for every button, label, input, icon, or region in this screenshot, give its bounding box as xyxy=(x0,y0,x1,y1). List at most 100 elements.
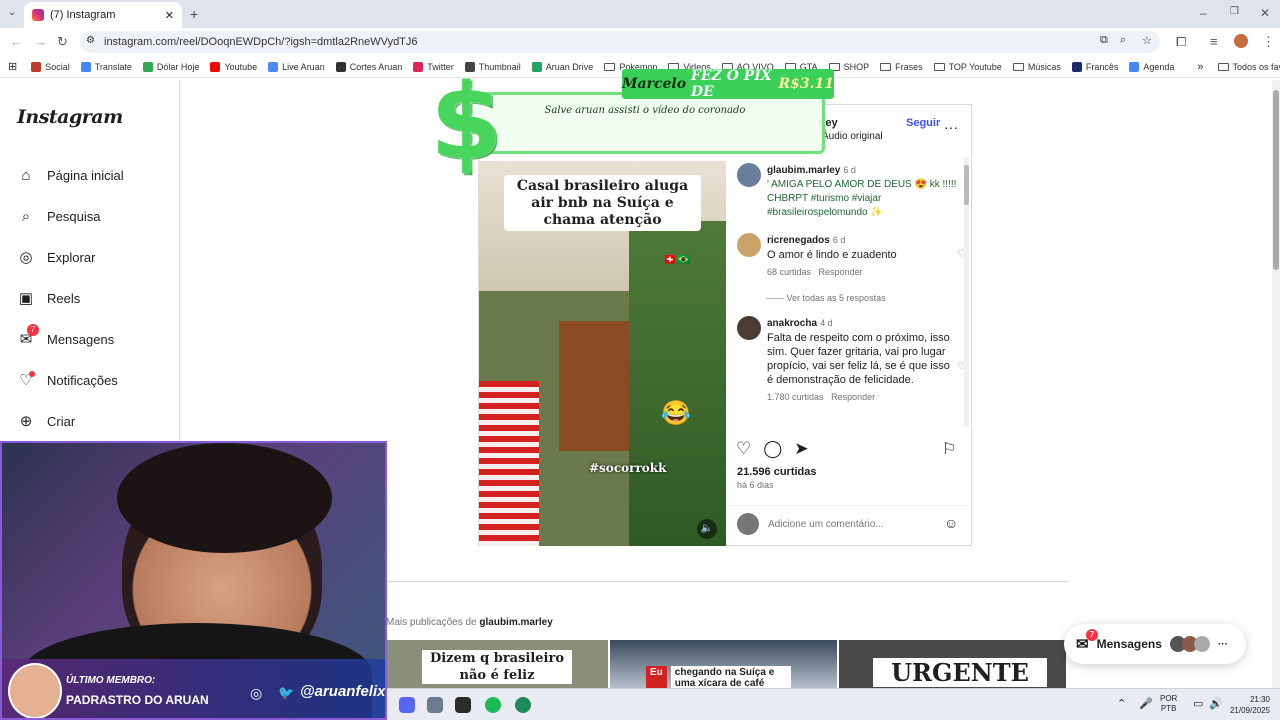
nav-search[interactable]: ⌕ Pesquisa xyxy=(17,207,101,225)
messages-badge: 7 xyxy=(1086,629,1098,641)
comment-icon[interactable]: ◯ xyxy=(763,439,782,459)
bookmark-translate[interactable]: Translate xyxy=(80,61,132,72)
emoji-icon[interactable]: ☺ xyxy=(944,515,958,531)
comments-scrollbar[interactable] xyxy=(964,157,969,427)
mic-icon[interactable]: 🎤 xyxy=(1139,697,1153,710)
comment-likes[interactable]: 68 curtidas xyxy=(767,267,811,277)
translate-icon xyxy=(80,61,91,72)
reply-button[interactable]: Responder xyxy=(831,392,875,402)
bookmark-cortes[interactable]: Cortes Aruan xyxy=(335,61,402,72)
comment-input[interactable] xyxy=(768,515,918,533)
apps-icon[interactable]: ⊞ xyxy=(8,60,17,73)
bookmark-shop[interactable]: SHOP xyxy=(828,61,870,72)
tab-close-icon[interactable]: ✕ xyxy=(165,9,174,22)
restore-icon[interactable]: ❐ xyxy=(1230,6,1239,17)
profile-avatar[interactable] xyxy=(1234,34,1248,48)
bookmark-social[interactable]: Social xyxy=(31,61,70,72)
view-replies[interactable]: —— Ver todas as 5 respostas xyxy=(766,293,886,303)
bookmark-youtube[interactable]: Youtube xyxy=(210,61,257,72)
network-icon[interactable]: ▭ xyxy=(1193,697,1203,710)
instagram-logo[interactable]: Instagram xyxy=(17,106,123,128)
camera-icon[interactable] xyxy=(427,697,443,713)
avatar[interactable] xyxy=(737,316,761,340)
media-icon[interactable]: ≡ xyxy=(1210,34,1218,49)
bookmark-label: Social xyxy=(45,61,70,72)
zoom-icon[interactable]: ⌕ xyxy=(1120,34,1126,47)
comment-user[interactable]: glaubim.marley xyxy=(767,165,840,176)
nav-reels[interactable]: ▣ Reels xyxy=(17,289,80,307)
post-thumbnail[interactable]: Dizem q brasileiro não é feliz xyxy=(386,640,608,688)
comment-user[interactable]: ricrenegados xyxy=(767,235,830,246)
extensions-icon[interactable]: ⧠ xyxy=(1176,34,1186,50)
discord-icon[interactable] xyxy=(399,697,415,713)
tab-list-icon[interactable]: ⌄ xyxy=(8,7,16,18)
follow-button[interactable]: Seguir xyxy=(906,117,940,129)
language-indicator[interactable]: POR PTB xyxy=(1160,694,1177,714)
audio-label[interactable]: Áudio original xyxy=(822,131,883,142)
comments-panel: rley Áudio original Seguir ··· glaubim.m… xyxy=(726,105,973,547)
comment-likes[interactable]: 1.780 curtidas xyxy=(767,392,824,402)
nav-home[interactable]: ⌂ Página inicial xyxy=(17,166,123,184)
avatar[interactable] xyxy=(737,233,761,257)
thumbnail-badge: Eu xyxy=(646,666,667,688)
page-scrollbar[interactable] xyxy=(1272,80,1280,688)
nav-label: Pesquisa xyxy=(47,208,101,224)
share-icon[interactable]: ➤ xyxy=(794,439,808,459)
install-icon[interactable]: ⧉ xyxy=(1100,34,1108,47)
view-replies-label: Ver todas as 5 respostas xyxy=(786,293,886,303)
clock[interactable]: 21:30 21/09/2025 xyxy=(1225,694,1270,716)
forward-icon[interactable]: → xyxy=(34,34,47,49)
app-icon[interactable] xyxy=(515,697,531,713)
likes-count[interactable]: 21.596 curtidas xyxy=(737,466,817,478)
nav-notifications[interactable]: ♡ Notificações xyxy=(17,371,118,389)
bookmark-frases[interactable]: Frases xyxy=(880,62,923,72)
bookmark-drive[interactable]: Aruan Drive xyxy=(531,61,593,72)
comment-text: ' AMIGA PELO AMOR DE DEUS 😍 kk !!!!! CHB… xyxy=(767,179,957,218)
volume-icon[interactable]: 🔊 xyxy=(1209,697,1223,710)
thumbnail-caption: chegando na Suíça e uma xícara de café xyxy=(670,666,791,688)
bookmark-label: SHOP xyxy=(843,61,870,72)
menu-icon[interactable]: ⋮ xyxy=(1262,34,1275,50)
more-bookmarks-icon[interactable]: » xyxy=(1197,61,1203,73)
close-window-icon[interactable]: ✕ xyxy=(1260,6,1270,20)
post-thumbnail[interactable]: URGENTE xyxy=(839,640,1066,688)
address-bar[interactable]: ⚙ instagram.com/reel/DOoqnEWDpCh/?igsh=d… xyxy=(80,31,1160,53)
site-info-icon[interactable]: ⚙ xyxy=(86,35,95,46)
mute-icon[interactable]: 🔈 xyxy=(697,519,717,539)
url-text: instagram.com/reel/DOoqnEWDpCh/?igsh=dmt… xyxy=(104,36,418,48)
plus-icon: ⊕ xyxy=(19,413,33,430)
bookmark-top-youtube[interactable]: TOP Youtube xyxy=(933,62,1002,72)
nav-create[interactable]: ⊕ Criar xyxy=(17,412,75,430)
bookmark-musicas[interactable]: Músicas xyxy=(1012,62,1061,72)
bookmark-star-icon[interactable]: ☆ xyxy=(1142,34,1152,47)
nav-messages[interactable]: ✉ 7 Mensagens xyxy=(17,324,114,348)
posted-time: há 6 dias xyxy=(737,480,774,490)
reply-button[interactable]: Responder xyxy=(819,267,863,277)
bookmark-agenda[interactable]: Agenda xyxy=(1129,61,1174,72)
garden xyxy=(629,221,726,546)
more-posts-user[interactable]: glaubim.marley xyxy=(479,617,552,628)
bookmark-all[interactable]: Todos os favoritos xyxy=(1217,62,1280,72)
messages-floating-button[interactable]: ✉ 7 Mensagens ··· xyxy=(1064,624,1246,664)
back-icon[interactable]: ← xyxy=(10,34,23,49)
reel-video[interactable]: Casal brasileiro aluga air bnb na Suíça … xyxy=(479,161,726,546)
app-icon[interactable] xyxy=(455,697,471,713)
bookmark-dolar[interactable]: Dólar Hoje xyxy=(142,61,199,72)
spotify-icon[interactable] xyxy=(485,697,501,713)
more-options-icon[interactable]: ··· xyxy=(944,119,958,135)
like-icon[interactable]: ♡ xyxy=(736,439,751,459)
new-tab-icon[interactable]: + xyxy=(190,6,198,22)
tray-expand-icon[interactable]: ⌃ xyxy=(1117,697,1126,710)
taskbar: ⌃ 🎤 POR PTB ▭ 🔊 21:30 21/09/2025 xyxy=(387,688,1280,720)
avatar[interactable] xyxy=(737,163,761,187)
bookmark-live-aruan[interactable]: Live Aruan xyxy=(268,61,325,72)
nav-explore[interactable]: ◎ Explorar xyxy=(17,248,95,266)
reload-icon[interactable]: ↻ xyxy=(57,34,68,50)
comment-user[interactable]: anakrocha xyxy=(767,318,817,329)
tab-instagram[interactable]: (7) Instagram ✕ xyxy=(24,2,182,28)
nav-label: Reels xyxy=(47,290,81,306)
bookmark-frances[interactable]: Francês xyxy=(1071,61,1118,72)
minimize-icon[interactable]: – xyxy=(1200,6,1207,20)
save-icon[interactable]: ⚐ xyxy=(942,439,956,459)
post-thumbnail[interactable]: Eu chegando na Suíça e uma xícara de café xyxy=(610,640,837,688)
